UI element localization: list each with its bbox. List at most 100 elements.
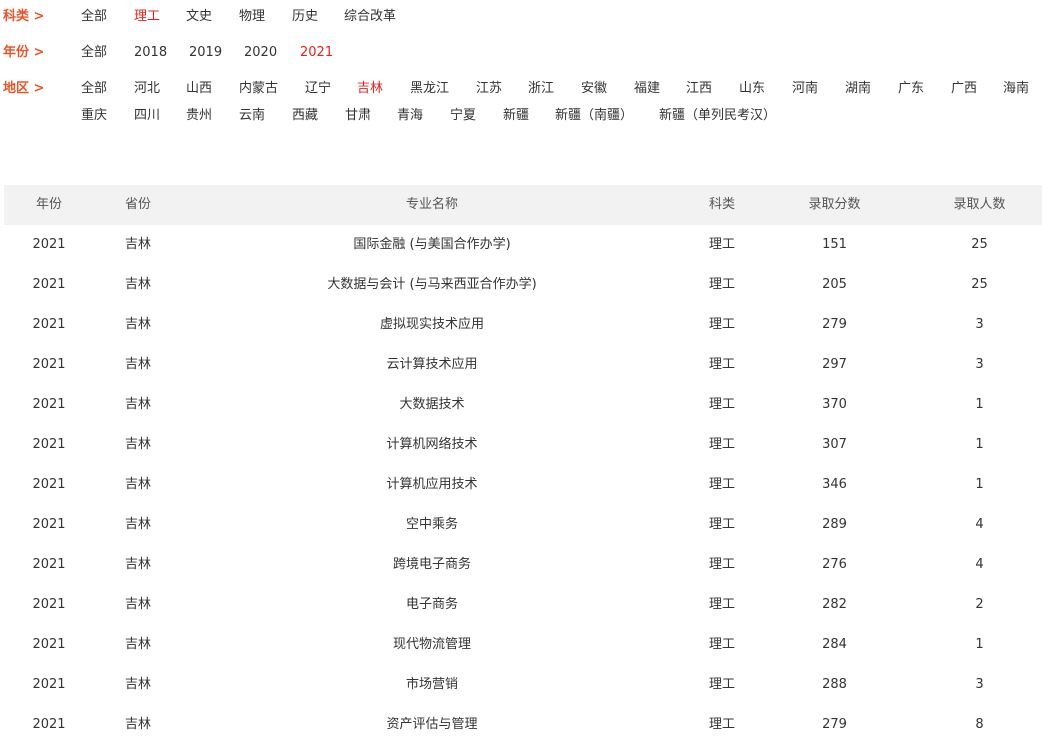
- cell-year: 2021: [32, 717, 66, 732]
- cell-score: 307: [822, 437, 847, 452]
- year-option-2018[interactable]: 2018: [134, 42, 167, 64]
- cell-year: 2021: [32, 317, 66, 332]
- cell-score: 276: [822, 557, 847, 572]
- region-option[interactable]: 河北: [134, 78, 160, 100]
- region-option[interactable]: 西藏: [292, 105, 318, 127]
- cell-province: 吉林: [124, 517, 151, 532]
- region-option[interactable]: 湖南: [845, 78, 871, 100]
- cell-category: 理工: [708, 237, 735, 252]
- cell-category: 理工: [708, 597, 735, 612]
- region-option[interactable]: 福建: [634, 78, 660, 100]
- category-option-reform[interactable]: 综合改革: [344, 6, 396, 28]
- cell-province: 吉林: [124, 637, 151, 652]
- region-option[interactable]: 吉林: [357, 78, 383, 100]
- cell-score: 297: [822, 357, 847, 372]
- region-option[interactable]: 新疆: [503, 105, 529, 127]
- header-year: 年份: [35, 197, 62, 212]
- cell-category: 理工: [708, 677, 735, 692]
- region-option[interactable]: 江西: [686, 78, 712, 100]
- cell-score: 346: [822, 477, 847, 492]
- region-option[interactable]: 辽宁: [305, 78, 331, 100]
- header-major: 专业名称: [405, 197, 458, 212]
- cell-major: 虚拟现实技术应用: [379, 317, 484, 332]
- region-option[interactable]: 宁夏: [450, 105, 476, 127]
- cell-count: 3: [975, 317, 984, 332]
- cell-major: 资产评估与管理: [386, 717, 478, 732]
- region-option[interactable]: 新疆（单列民考汉）: [659, 105, 776, 127]
- table-row: 2021 吉林 空中乘务 理工 289 4: [4, 505, 1042, 545]
- region-option[interactable]: 贵州: [186, 105, 212, 127]
- cell-province: 吉林: [124, 437, 151, 452]
- cell-province: 吉林: [124, 277, 151, 292]
- region-option[interactable]: 江苏: [476, 78, 502, 100]
- region-option[interactable]: 黑龙江: [410, 78, 449, 100]
- cell-count: 1: [975, 477, 984, 492]
- year-option-2019[interactable]: 2019: [189, 42, 222, 64]
- cell-province: 吉林: [124, 357, 151, 372]
- cell-category: 理工: [708, 717, 735, 732]
- region-option[interactable]: 云南: [239, 105, 265, 127]
- cell-count: 1: [975, 397, 984, 412]
- region-option[interactable]: 广西: [951, 78, 977, 100]
- header-score: 录取分数: [808, 197, 861, 212]
- category-option-science[interactable]: 理工: [134, 6, 160, 28]
- cell-count: 1: [975, 637, 984, 652]
- cell-category: 理工: [708, 477, 735, 492]
- region-option[interactable]: 广东: [898, 78, 924, 100]
- cell-score: 151: [822, 237, 847, 252]
- category-option-all[interactable]: 全部: [81, 6, 107, 28]
- category-option-history[interactable]: 历史: [292, 6, 318, 28]
- admission-table: 年份 省份 专业名称 科类 录取分数 录取人数 2021 吉林 国际金融 (与美国合…: [4, 185, 1042, 745]
- region-option[interactable]: 甘肃: [345, 105, 371, 127]
- cell-count: 2: [975, 597, 984, 612]
- cell-major: 现代物流管理: [392, 637, 471, 652]
- region-option[interactable]: 安徽: [581, 78, 607, 100]
- table-row: 2021 吉林 虚拟现实技术应用 理工 279 3: [4, 305, 1042, 345]
- cell-province: 吉林: [124, 477, 151, 492]
- cell-major: 大数据与会计 (与马来西亚合作办学): [327, 277, 537, 292]
- cell-province: 吉林: [124, 677, 151, 692]
- year-option-2021[interactable]: 2021: [300, 42, 333, 64]
- category-option-liberal[interactable]: 文史: [186, 6, 212, 28]
- category-option-physics[interactable]: 物理: [239, 6, 265, 28]
- region-option[interactable]: 浙江: [528, 78, 554, 100]
- year-option-all[interactable]: 全部: [81, 42, 107, 64]
- cell-category: 理工: [708, 557, 735, 572]
- region-option[interactable]: 全部: [81, 78, 107, 100]
- cell-category: 理工: [708, 277, 735, 292]
- cell-score: 370: [822, 397, 847, 412]
- cell-year: 2021: [32, 557, 66, 572]
- region-option[interactable]: 重庆: [81, 105, 107, 127]
- cell-category: 理工: [708, 437, 735, 452]
- cell-year: 2021: [32, 237, 66, 252]
- cell-province: 吉林: [124, 717, 151, 732]
- region-option[interactable]: 新疆（南疆）: [555, 105, 633, 127]
- region-option[interactable]: 河南: [792, 78, 818, 100]
- cell-major: 计算机应用技术: [386, 477, 478, 492]
- region-option[interactable]: 山东: [739, 78, 765, 100]
- cell-major: 空中乘务: [405, 517, 458, 532]
- table-row: 2021 吉林 资产评估与管理 理工 279 8: [4, 705, 1042, 745]
- cell-category: 理工: [708, 317, 735, 332]
- region-option[interactable]: 海南: [1003, 78, 1029, 100]
- cell-province: 吉林: [124, 237, 151, 252]
- region-option[interactable]: 山西: [186, 78, 212, 100]
- cell-major: 市场营销: [405, 677, 458, 692]
- cell-province: 吉林: [124, 317, 151, 332]
- region-option[interactable]: 内蒙古: [239, 78, 278, 100]
- table-row: 2021 吉林 电子商务 理工 282 2: [4, 585, 1042, 625]
- cell-year: 2021: [32, 517, 66, 532]
- cell-score: 284: [822, 637, 847, 652]
- cell-year: 2021: [32, 277, 66, 292]
- year-option-2020[interactable]: 2020: [244, 42, 277, 64]
- cell-score: 288: [822, 677, 847, 692]
- region-option[interactable]: 四川: [134, 105, 160, 127]
- region-option[interactable]: 青海: [397, 105, 423, 127]
- table-header: 年份 省份 专业名称 科类 录取分数 录取人数: [4, 185, 1042, 225]
- cell-score: 282: [822, 597, 847, 612]
- table-row: 2021 吉林 计算机网络技术 理工 307 1: [4, 425, 1042, 465]
- cell-province: 吉林: [124, 557, 151, 572]
- cell-year: 2021: [32, 437, 66, 452]
- cell-category: 理工: [708, 357, 735, 372]
- year-filter-label: 年份 >: [3, 45, 45, 60]
